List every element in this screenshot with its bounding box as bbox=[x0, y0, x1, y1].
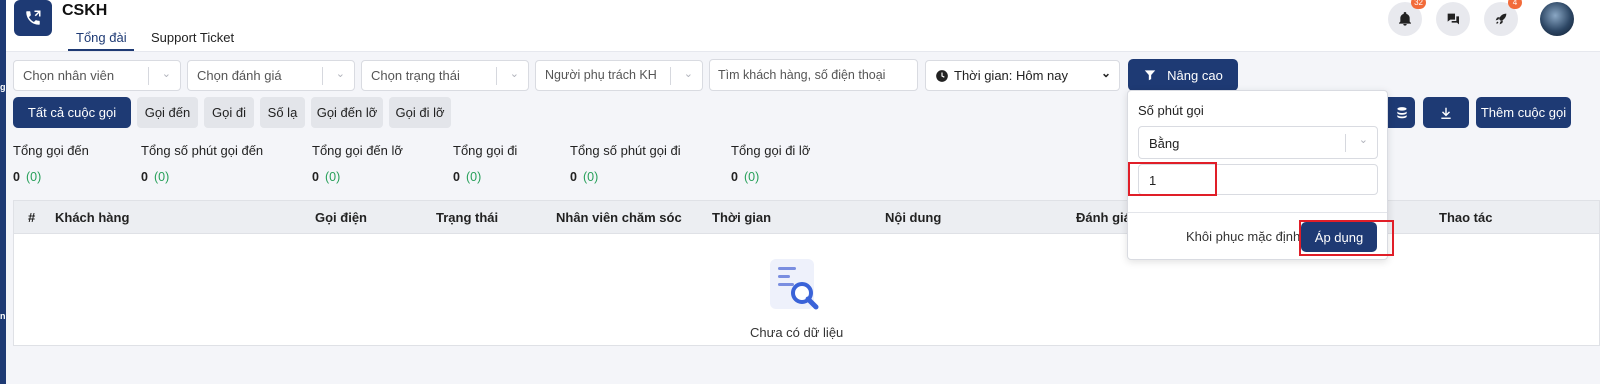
chevron-down-icon: ⌄ bbox=[683, 68, 693, 80]
highlight-box-input bbox=[1128, 162, 1217, 196]
stat-number: 0 bbox=[141, 170, 148, 184]
employee-select-placeholder: Chọn nhân viên bbox=[23, 68, 115, 83]
phone-icon bbox=[26, 10, 41, 25]
stat-value: 0 (0) bbox=[453, 170, 481, 184]
column-header-time: Thời gian bbox=[712, 210, 772, 225]
notifications-button[interactable]: 32 bbox=[1388, 0, 1426, 36]
operator-select[interactable]: Bằng ⌄ bbox=[1138, 126, 1378, 159]
reset-default-link[interactable]: Khôi phục mặc định bbox=[1186, 229, 1300, 244]
time-select-value: Thời gian: Hôm nay bbox=[954, 68, 1069, 83]
side-letter: n bbox=[0, 311, 6, 321]
highlight-box-apply bbox=[1299, 220, 1394, 256]
owner-select[interactable]: Người phụ trách KH ⌄ bbox=[535, 60, 703, 91]
download-icon bbox=[1441, 107, 1451, 119]
column-header-agent: Nhân viên chăm sóc bbox=[556, 210, 682, 225]
column-header-index: # bbox=[28, 210, 36, 225]
stat-label: Tổng số phút gọi đến bbox=[141, 143, 264, 158]
add-call-button[interactable]: Thêm cuộc gọi bbox=[1476, 97, 1571, 128]
top-header: CSKH Tổng đài Support Ticket 32 4 bbox=[6, 0, 1600, 52]
panel-divider bbox=[1128, 212, 1387, 213]
bell-icon bbox=[1399, 12, 1411, 26]
rating-select-placeholder: Chọn đánh giá bbox=[197, 68, 282, 83]
clock-icon bbox=[936, 70, 948, 82]
stat-label: Tổng gọi đi lỡ bbox=[731, 143, 811, 158]
database-icon bbox=[1396, 106, 1407, 118]
search-input-placeholder: Tìm khách hàng, số điện thoại bbox=[718, 68, 886, 82]
chevron-down-icon: ⌄ bbox=[1358, 134, 1368, 146]
side-letter: g bbox=[0, 82, 6, 92]
column-header-status: Trạng thái bbox=[436, 210, 499, 225]
column-header-rating: Đánh giá bbox=[1076, 210, 1131, 225]
stat-label: Tổng gọi đi bbox=[453, 143, 518, 158]
left-edge-strip: g n bbox=[0, 0, 6, 384]
operator-select-value: Bằng bbox=[1149, 136, 1180, 151]
tab-tong-dai[interactable]: Tổng đài bbox=[76, 30, 127, 45]
owner-select-placeholder: Người phụ trách KH bbox=[545, 68, 657, 82]
chat-button[interactable] bbox=[1436, 2, 1470, 36]
column-header-actions: Thao tác bbox=[1439, 210, 1493, 225]
stat-number: 0 bbox=[731, 170, 738, 184]
tab-support-ticket[interactable]: Support Ticket bbox=[151, 30, 234, 45]
advanced-filter-label: Nâng cao bbox=[1167, 67, 1223, 83]
rating-select[interactable]: Chọn đánh giá ⌄ bbox=[187, 60, 355, 91]
stat-sub: (0) bbox=[465, 170, 482, 184]
stat-number: 0 bbox=[570, 170, 577, 184]
stat-sub: (0) bbox=[324, 170, 341, 184]
time-select[interactable]: Thời gian: Hôm nay ⌄ bbox=[925, 60, 1120, 91]
select-separator bbox=[670, 67, 671, 85]
phone-app-icon[interactable] bbox=[14, 0, 52, 36]
call-minutes-label: Số phút gọi bbox=[1138, 103, 1204, 118]
select-separator bbox=[1345, 134, 1346, 152]
missed-incoming-button[interactable]: Gọi đến lỡ bbox=[311, 97, 383, 128]
unknown-numbers-button[interactable]: Số lạ bbox=[260, 97, 305, 128]
status-select-placeholder: Chọn trạng thái bbox=[371, 68, 460, 83]
column-header-call: Gọi điện bbox=[315, 210, 367, 225]
chevron-down-icon: ⌄ bbox=[161, 68, 171, 80]
select-separator bbox=[148, 67, 149, 85]
select-separator bbox=[496, 67, 497, 85]
app-title: CSKH bbox=[62, 2, 108, 19]
empty-search-icon bbox=[770, 259, 819, 310]
rocket-count-badge: 4 bbox=[1508, 0, 1522, 9]
stat-sub: (0) bbox=[25, 170, 42, 184]
status-select[interactable]: Chọn trạng thái ⌄ bbox=[361, 60, 529, 91]
column-header-content: Nội dung bbox=[885, 210, 942, 225]
search-input[interactable]: Tìm khách hàng, số điện thoại bbox=[709, 59, 918, 91]
download-button[interactable] bbox=[1423, 97, 1469, 128]
stat-number: 0 bbox=[453, 170, 460, 184]
chevron-down-icon: ⌄ bbox=[335, 68, 345, 80]
stat-value: 0 (0) bbox=[312, 170, 340, 184]
stat-label: Tổng gọi đến bbox=[13, 143, 89, 158]
rocket-button[interactable]: 4 bbox=[1484, 0, 1522, 36]
select-separator bbox=[322, 67, 323, 85]
rocket-icon bbox=[1495, 13, 1507, 25]
stat-sub: (0) bbox=[743, 170, 760, 184]
active-tab-underline bbox=[68, 49, 134, 51]
avatar[interactable] bbox=[1540, 2, 1574, 36]
stat-number: 0 bbox=[13, 170, 20, 184]
employee-select[interactable]: Chọn nhân viên ⌄ bbox=[13, 60, 181, 91]
stat-value: 0 (0) bbox=[731, 170, 759, 184]
chevron-down-icon: ⌄ bbox=[509, 68, 519, 80]
stat-value: 0 (0) bbox=[13, 170, 41, 184]
stat-sub: (0) bbox=[153, 170, 170, 184]
advanced-filter-button[interactable]: Nâng cao bbox=[1128, 59, 1238, 91]
stat-number: 0 bbox=[312, 170, 319, 184]
column-header-customer: Khách hàng bbox=[55, 210, 130, 225]
empty-state-text: Chưa có dữ liệu bbox=[750, 325, 844, 340]
outgoing-calls-button[interactable]: Gọi đi bbox=[204, 97, 254, 128]
filter-icon bbox=[1144, 70, 1156, 81]
stat-sub: (0) bbox=[582, 170, 599, 184]
stat-label: Tổng số phút gọi đi bbox=[570, 143, 681, 158]
stat-value: 0 (0) bbox=[570, 170, 598, 184]
all-calls-button[interactable]: Tất cả cuộc gọi bbox=[13, 97, 131, 128]
chevron-down-icon: ⌄ bbox=[1100, 66, 1111, 80]
stat-value: 0 (0) bbox=[141, 170, 169, 184]
incoming-calls-button[interactable]: Gọi đến bbox=[137, 97, 198, 128]
missed-outgoing-button[interactable]: Gọi đi lỡ bbox=[389, 97, 451, 128]
stat-label: Tổng gọi đến lỡ bbox=[312, 143, 403, 158]
chat-icon bbox=[1447, 13, 1459, 25]
notifications-count-badge: 32 bbox=[1411, 0, 1426, 9]
